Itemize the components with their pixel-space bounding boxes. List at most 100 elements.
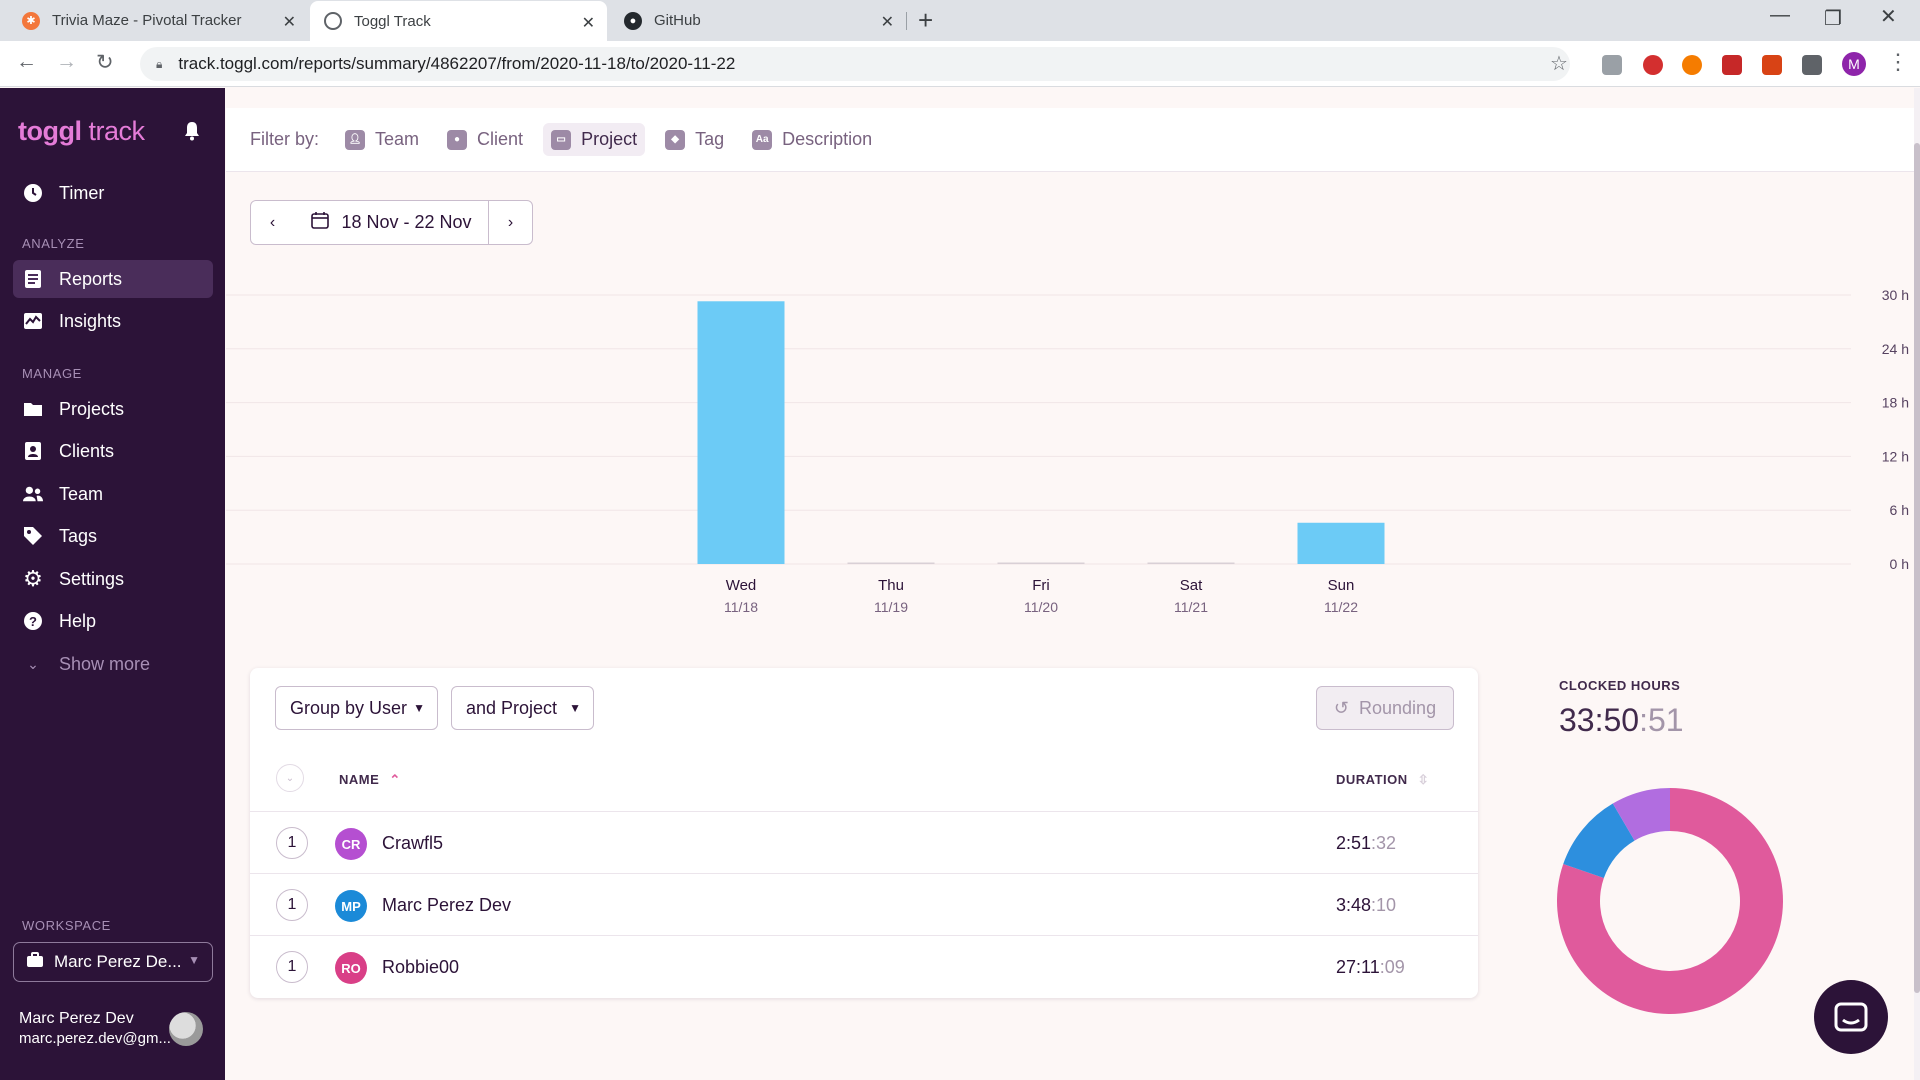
table-row[interactable]: 1 MP Marc Perez Dev 3:48:10 [250, 873, 1478, 935]
bar-wed[interactable] [697, 301, 785, 564]
page-scrollbar[interactable] [1914, 88, 1920, 1080]
browser-tab-toggl[interactable]: Toggl Track ✕ [310, 1, 607, 41]
folder-icon: ▭ [551, 129, 572, 150]
sidebar-item-label: Settings [59, 568, 125, 589]
x-tick-day: Sun [1328, 577, 1355, 594]
bar-sat[interactable] [1147, 562, 1235, 565]
bar-fri[interactable] [997, 562, 1085, 565]
group-by-value: Group by User [290, 697, 408, 718]
extension-megaphone-icon[interactable] [1762, 55, 1782, 75]
sidebar-show-more[interactable]: ⌄ Show more [13, 645, 213, 683]
sidebar-item-team[interactable]: Team [13, 475, 213, 513]
y-tick-label: 6 h [1890, 502, 1909, 518]
extension-b-icon[interactable] [1722, 55, 1742, 75]
sidebar-item-insights[interactable]: Insights [13, 302, 213, 340]
sidebar-item-tags[interactable]: Tags [13, 517, 213, 555]
row-count-badge[interactable]: 1 [276, 889, 308, 921]
chevron-right-icon: › [507, 213, 514, 231]
minimize-icon[interactable]: — [1770, 4, 1790, 27]
reload-icon[interactable]: ↻ [96, 50, 114, 75]
table-row[interactable]: 1 CR Crawfl5 2:51:32 [250, 811, 1478, 873]
sidebar-item-help[interactable]: ? Help [13, 602, 213, 640]
section-workspace: WORKSPACE [22, 918, 111, 933]
browser-tab-github[interactable]: ● GitHub ✕ [610, 0, 906, 41]
workspace-selector[interactable]: Marc Perez De... ▼ [13, 942, 213, 982]
name-column-header[interactable]: NAME ⌃ [339, 772, 401, 788]
expand-all-toggle[interactable]: ⌄ [276, 764, 304, 792]
extension-sun-icon[interactable] [1682, 55, 1702, 75]
bookmark-star-icon[interactable]: ☆ [1550, 51, 1568, 76]
clock-icon [23, 183, 43, 203]
sort-ascending-icon: ⌃ [389, 772, 401, 787]
rounding-button[interactable]: ↺ Rounding [1316, 686, 1454, 730]
header-text: DURATION [1336, 772, 1408, 787]
sidebar-item-projects[interactable]: Projects [13, 390, 213, 428]
reports-icon [23, 269, 43, 289]
lock-icon: 🔒︎ [156, 56, 163, 71]
close-icon[interactable]: ✕ [283, 12, 296, 32]
date-range-text: 18 Nov - 22 Nov [341, 212, 472, 232]
scrollbar-thumb[interactable] [1914, 143, 1920, 993]
filter-tag[interactable]: ◆ Tag [657, 123, 732, 156]
row-count-badge[interactable]: 1 [276, 827, 308, 859]
next-period-button[interactable]: › [488, 200, 533, 245]
section-manage: MANAGE [22, 366, 82, 381]
clocked-hours-label: CLOCKED HOURS [1559, 678, 1681, 693]
tab-title: Toggl Track [354, 12, 431, 30]
chat-support-button[interactable] [1814, 980, 1888, 1054]
insights-icon [23, 311, 43, 331]
adblock-icon[interactable] [1643, 55, 1663, 75]
github-icon: ● [624, 11, 642, 30]
sidebar-item-clients[interactable]: Clients [13, 432, 213, 470]
x-tick-date: 11/19 [874, 599, 908, 615]
date-range-picker[interactable]: 18 Nov - 22 Nov [294, 200, 489, 245]
bell-icon[interactable] [183, 121, 201, 141]
new-tab-button[interactable]: + [918, 5, 933, 36]
bar-thu[interactable] [847, 562, 935, 565]
sidebar-item-settings[interactable]: ⚙ Settings [13, 560, 213, 598]
tab-title: Trivia Maze - Pivotal Tracker [52, 12, 242, 29]
extension-cube-icon[interactable] [1602, 55, 1622, 75]
tab-divider [906, 12, 907, 30]
pivotal-tracker-icon: ✱ [22, 11, 40, 30]
browser-menu-icon[interactable]: ⋮ [1887, 49, 1909, 75]
row-count-badge[interactable]: 1 [276, 951, 308, 983]
sidebar-item-label: Clients [59, 440, 115, 461]
duration-column-header[interactable]: DURATION ⇳ [1336, 772, 1429, 788]
avatar: MP [335, 890, 367, 922]
forward-icon[interactable]: → [56, 50, 77, 74]
address-bar[interactable]: 🔒︎ track.toggl.com/reports/summary/48622… [140, 47, 1570, 81]
x-tick-day: Sat [1180, 577, 1203, 594]
filter-client[interactable]: ● Client [439, 123, 531, 156]
user-avatar[interactable] [169, 1012, 203, 1046]
duration-seconds: :32 [1371, 833, 1397, 853]
close-icon[interactable]: ✕ [582, 13, 595, 33]
close-window-icon[interactable]: ✕ [1880, 4, 1897, 29]
close-icon[interactable]: ✕ [881, 12, 894, 32]
svg-text:?: ? [29, 614, 37, 629]
previous-period-button[interactable]: ‹ [250, 200, 295, 245]
summary-table-card: Group by User ▼ and Project ▼ ↺ Rounding… [250, 668, 1478, 998]
sidebar-item-label: Insights [59, 310, 122, 331]
filter-text: Description [782, 129, 873, 149]
toggl-logo[interactable]: toggl track [18, 116, 145, 147]
tag-icon: ◆ [665, 129, 686, 150]
extensions-puzzle-icon[interactable] [1802, 55, 1822, 75]
sidebar-item-timer[interactable]: Timer [13, 174, 213, 212]
profile-avatar[interactable]: M [1842, 52, 1866, 76]
briefcase-icon [26, 951, 44, 973]
filter-team[interactable]: 👤︎ Team [337, 123, 427, 156]
restore-icon[interactable]: ❐ [1824, 6, 1842, 31]
sidebar-item-reports[interactable]: Reports [13, 260, 213, 298]
chat-icon [1834, 1002, 1868, 1032]
x-tick-date: 11/21 [1174, 599, 1208, 615]
back-icon[interactable]: ← [16, 50, 37, 74]
bar-sun[interactable] [1297, 522, 1385, 564]
row-duration: 2:51:32 [1336, 833, 1396, 854]
table-row[interactable]: 1 RO Robbie00 27:11:09 [250, 935, 1478, 997]
sub-group-select[interactable]: and Project ▼ [451, 686, 594, 730]
browser-tab-pivotal[interactable]: ✱ Trivia Maze - Pivotal Tracker ✕ [8, 0, 308, 41]
group-by-select[interactable]: Group by User ▼ [275, 686, 438, 730]
filter-project[interactable]: ▭ Project [543, 123, 646, 156]
filter-description[interactable]: Aa Description [744, 123, 880, 156]
